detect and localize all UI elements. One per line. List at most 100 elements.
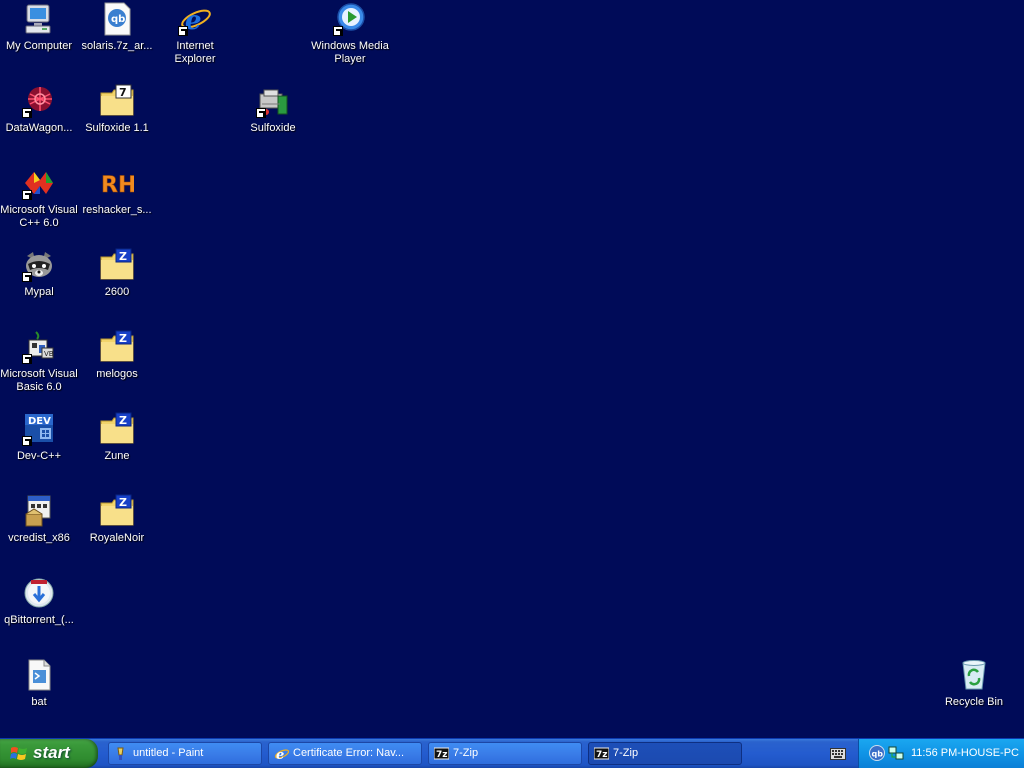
desktop-icon-melogos[interactable]: Z melogos <box>78 330 156 381</box>
desktop-icon-label: vcredist_x86 <box>8 532 70 544</box>
start-button[interactable]: start <box>0 739 98 768</box>
desktop-icon-solaris[interactable]: qb solaris.7z_ar... <box>78 2 156 53</box>
taskbar-button-7zip-active[interactable]: 7z 7-Zip <box>588 742 742 765</box>
desktop-icon-qbittorrent[interactable]: qBittorrent_(... <box>0 576 78 627</box>
desktop-icon-label: reshacker_s... <box>82 204 152 216</box>
shortcut-arrow-icon <box>22 108 32 118</box>
desktop-icon-label: Zune <box>104 450 130 462</box>
keyboard-language-icon[interactable] <box>830 747 846 760</box>
desktop-icon-label: DataWagon... <box>5 122 73 134</box>
taskbar-button-label: untitled - Paint <box>133 747 204 759</box>
shortcut-arrow-icon <box>22 354 32 364</box>
desktop-icon-label: solaris.7z_ar... <box>81 40 153 52</box>
desktop-icon-label: melogos <box>96 368 138 380</box>
shortcut-arrow-icon <box>333 26 343 36</box>
desktop-icon-vcredist[interactable]: vcredist_x86 <box>0 494 78 545</box>
sulfoxide-icon <box>256 84 290 118</box>
desktop-icon-label: Sulfoxide 1.1 <box>85 122 149 134</box>
desktop-icon-label: qBittorrent_(... <box>4 614 74 626</box>
zip-folder-icon: Z <box>100 494 134 528</box>
mypal-raccoon-icon <box>22 248 56 282</box>
batch-file-icon <box>22 658 56 692</box>
taskbar-button-label: Certificate Error: Nav... <box>293 747 405 759</box>
desktop-icon-bat[interactable]: bat <box>0 658 78 709</box>
desktop-icon-label: Dev-C++ <box>16 450 62 462</box>
network-tray-icon[interactable] <box>888 745 904 761</box>
desktop-icon-my-computer[interactable]: My Computer <box>0 2 78 53</box>
qbittorrent-tray-icon[interactable]: qb <box>869 745 885 761</box>
datawagon-icon <box>22 84 56 118</box>
desktop-icon-sulfoxide-1-1[interactable]: 7 Sulfoxide 1.1 <box>78 84 156 135</box>
svg-text:DEV: DEV <box>28 416 51 427</box>
visual-basic-icon: VB <box>22 330 56 364</box>
desktop-icon-label: 2600 <box>104 286 130 298</box>
svg-text:RH: RH <box>101 173 134 198</box>
7zip-icon: 7z <box>434 746 449 761</box>
visual-cpp-icon <box>22 166 56 200</box>
svg-text:VB: VB <box>44 350 54 358</box>
desktop-icon-label: Recycle Bin <box>944 696 1004 708</box>
system-tray: qb 11:56 PM-HOUSE-PC <box>858 739 1024 768</box>
desktop-icon-recycle-bin[interactable]: Recycle Bin <box>935 658 1013 709</box>
desktop-icon-folder-2600[interactable]: Z 2600 <box>78 248 156 299</box>
desktop-icon-datawagon[interactable]: DataWagon... <box>0 84 78 135</box>
windows-flag-icon <box>10 745 28 762</box>
desktop-icon-label: Microsoft Visual Basic 6.0 <box>0 368 78 393</box>
qbittorrent-setup-icon <box>22 576 56 610</box>
desktop-icon-sulfoxide[interactable]: Sulfoxide <box>234 84 312 135</box>
shortcut-arrow-icon <box>22 436 32 446</box>
desktop-icon-label: Windows Media Player <box>311 40 389 65</box>
desktop-icon-label: Mypal <box>24 286 54 298</box>
svg-text:7z: 7z <box>596 750 608 760</box>
desktop-icon-visual-cpp[interactable]: Microsoft Visual C++ 6.0 <box>0 166 78 230</box>
taskbar-button-label: 7-Zip <box>613 747 639 759</box>
desktop-icon-label: bat <box>31 696 47 708</box>
desktop-icon-reshacker[interactable]: RH reshacker_s... <box>78 166 156 217</box>
7z-folder-icon: 7 <box>100 84 134 118</box>
svg-text:Z: Z <box>119 414 127 427</box>
desktop-icon-label: Internet Explorer <box>174 40 216 65</box>
installer-icon <box>22 494 56 528</box>
svg-text:e: e <box>276 748 284 761</box>
internet-explorer-icon: e <box>178 2 212 36</box>
reshacker-icon: RH <box>100 166 134 200</box>
windows-media-player-icon <box>333 2 367 36</box>
desktop-icon-royalenoir[interactable]: Z RoyaleNoir <box>78 494 156 545</box>
desktop-icon-visual-basic[interactable]: VB Microsoft Visual Basic 6.0 <box>0 330 78 394</box>
taskbar-clock[interactable]: 11:56 PM-HOUSE-PC <box>911 747 1019 759</box>
svg-text:7z: 7z <box>436 750 448 760</box>
taskbar-button-certificate-error[interactable]: e Certificate Error: Nav... <box>268 742 422 765</box>
svg-text:7: 7 <box>119 86 127 99</box>
desktop-icon-label: RoyaleNoir <box>89 532 145 544</box>
taskbar: start untitled - Paint e Certificate Err… <box>0 738 1024 768</box>
desktop-icon-mypal[interactable]: Mypal <box>0 248 78 299</box>
shortcut-arrow-icon <box>22 190 32 200</box>
desktop-icon-dev-cpp[interactable]: DEV Dev-C++ <box>0 412 78 463</box>
svg-text:qb: qb <box>111 14 125 25</box>
desktop[interactable]: My Computer DataWagon... Microsoft Visua… <box>0 0 1024 738</box>
shortcut-arrow-icon <box>256 108 266 118</box>
svg-text:Z: Z <box>119 332 127 345</box>
desktop-icon-internet-explorer[interactable]: e Internet Explorer <box>156 2 234 66</box>
ie-icon: e <box>274 746 289 761</box>
zip-folder-icon: Z <box>100 248 134 282</box>
qbittorrent-file-icon: qb <box>100 2 134 36</box>
desktop-icon-label: My Computer <box>5 40 73 52</box>
zip-folder-icon: Z <box>100 330 134 364</box>
taskbar-button-7zip[interactable]: 7z 7-Zip <box>428 742 582 765</box>
7zip-icon: 7z <box>594 746 609 761</box>
shortcut-arrow-icon <box>178 26 188 36</box>
my-computer-icon <box>22 2 56 36</box>
start-label: start <box>33 743 70 762</box>
dev-cpp-icon: DEV <box>22 412 56 446</box>
zip-folder-icon: Z <box>100 412 134 446</box>
desktop-icon-label: Microsoft Visual C++ 6.0 <box>0 204 78 229</box>
svg-text:qb: qb <box>872 750 884 759</box>
desktop-icon-windows-media-player[interactable]: Windows Media Player <box>311 2 389 66</box>
shortcut-arrow-icon <box>22 272 32 282</box>
recycle-bin-icon <box>957 658 991 692</box>
taskbar-button-label: 7-Zip <box>453 747 479 759</box>
desktop-icon-zune[interactable]: Z Zune <box>78 412 156 463</box>
taskbar-button-paint[interactable]: untitled - Paint <box>108 742 262 765</box>
svg-text:Z: Z <box>119 496 127 509</box>
